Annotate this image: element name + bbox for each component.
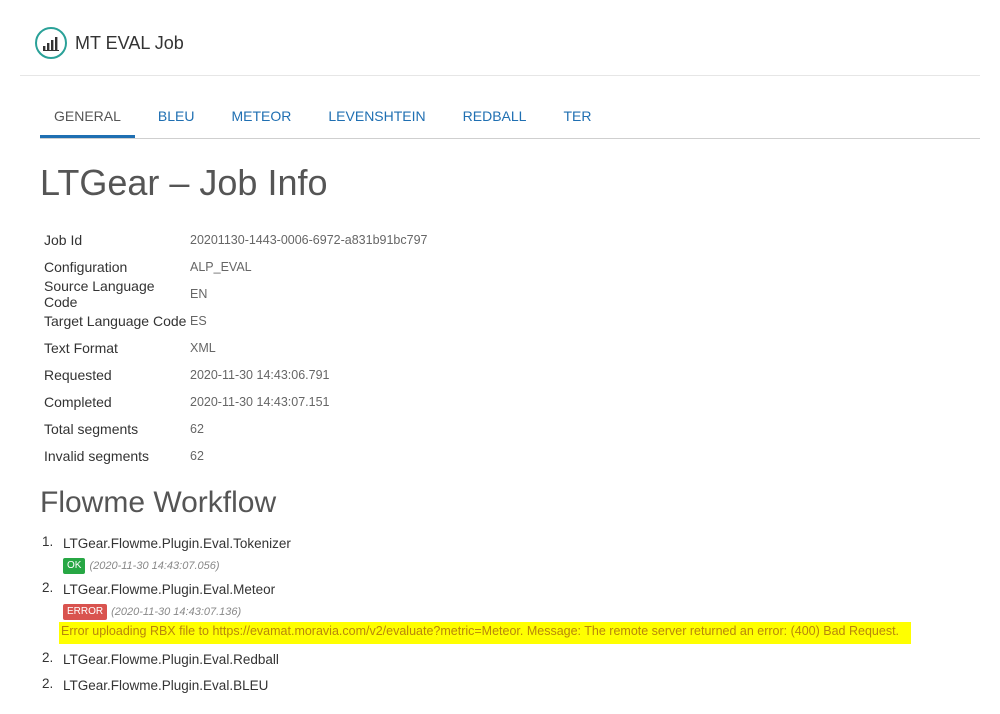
info-value: EN — [190, 286, 208, 301]
tab-bar: GENERAL BLEU METEOR LEVENSHTEIN REDBALL … — [40, 96, 980, 139]
info-row: Job Id 20201130-1443-0006-6972-a831b91bc7… — [44, 226, 427, 253]
info-row: Completed 2020-11-30 14:43:07.151 — [44, 388, 427, 415]
app-header: MT EVAL Job — [35, 23, 184, 63]
error-message: Error uploading RBX file to https://evam… — [59, 622, 912, 644]
info-label: Invalid segments — [44, 447, 150, 464]
info-label: Source Language Code — [44, 277, 155, 310]
info-row: Text Format XML — [44, 334, 427, 361]
step-status: OK (2020-11-30 14:43:07.056) — [63, 557, 291, 574]
workflow-title: Flowme Workflow — [40, 486, 277, 519]
step-number: 2. — [42, 650, 54, 665]
step-name: LTGear.Flowme.Plugin.Eval.BLEU — [63, 678, 269, 693]
info-label: Completed — [44, 393, 112, 410]
step-timestamp: (2020-11-30 14:43:07.136) — [111, 605, 242, 618]
tab-redball[interactable]: REDBALL — [449, 96, 541, 138]
step-timestamp: (2020-11-30 14:43:07.056) — [89, 559, 220, 572]
info-label: Requested — [44, 366, 112, 383]
workflow-step: 2. LTGear.Flowme.Plugin.Eval.BLEU — [42, 676, 911, 696]
step-number: 1. — [42, 534, 54, 549]
status-badge: ERROR — [63, 603, 108, 620]
info-value: 62 — [190, 421, 204, 436]
info-value: 20201130-1443-0006-6972-a831b91bc797 — [190, 232, 428, 247]
info-label: Target Language Code — [44, 312, 187, 329]
workflow-list: 1. LTGear.Flowme.Plugin.Eval.Tokenizer O… — [42, 534, 912, 702]
step-name: LTGear.Flowme.Plugin.Eval.Tokenizer — [63, 536, 291, 551]
info-value: 62 — [190, 448, 204, 463]
info-label: Configuration — [44, 258, 128, 275]
info-row: Target Language Code ES — [44, 307, 427, 334]
info-label: Text Format — [44, 339, 118, 356]
step-name: LTGear.Flowme.Plugin.Eval.Redball — [63, 652, 279, 667]
step-number: 2. — [42, 676, 54, 691]
tab-ter[interactable]: TER — [549, 96, 605, 138]
tab-bleu[interactable]: BLEU — [144, 96, 209, 138]
tab-levenshtein[interactable]: LEVENSHTEIN — [314, 96, 439, 138]
status-badge: OK — [63, 557, 86, 574]
info-value: 2020-11-30 14:43:06.791 — [190, 367, 330, 382]
job-info-table: Job Id 20201130-1443-0006-6972-a831b91bc7… — [44, 226, 427, 469]
info-row: Requested 2020-11-30 14:43:06.791 — [44, 361, 427, 388]
workflow-step: 2. LTGear.Flowme.Plugin.Eval.Redball — [42, 650, 911, 670]
header-divider — [20, 75, 980, 76]
info-value: ES — [190, 313, 207, 328]
info-value: 2020-11-30 14:43:07.151 — [190, 394, 330, 409]
info-value: XML — [190, 340, 216, 355]
workflow-step: 1. LTGear.Flowme.Plugin.Eval.Tokenizer O… — [42, 534, 911, 574]
tab-general[interactable]: GENERAL — [40, 96, 135, 138]
info-row: Source Language Code EN — [44, 277, 427, 310]
info-row: Invalid segments 62 — [44, 442, 427, 469]
tab-meteor[interactable]: METEOR — [218, 96, 306, 138]
info-label: Job Id — [44, 231, 83, 248]
app-title: MT EVAL Job — [75, 32, 184, 53]
step-status: ERROR (2020-11-30 14:43:07.136) — [63, 603, 911, 620]
info-row: Total segments 62 — [44, 415, 427, 442]
info-row: Configuration ALP_EVAL — [44, 253, 427, 280]
workflow-step: 2. LTGear.Flowme.Plugin.Eval.Meteor ERRO… — [42, 580, 912, 644]
page-title: LTGear – Job Info — [40, 162, 328, 203]
step-name: LTGear.Flowme.Plugin.Eval.Meteor — [63, 582, 276, 597]
info-label: Total segments — [44, 420, 139, 437]
bar-chart-icon[interactable] — [35, 27, 67, 59]
info-value: ALP_EVAL — [190, 259, 252, 274]
